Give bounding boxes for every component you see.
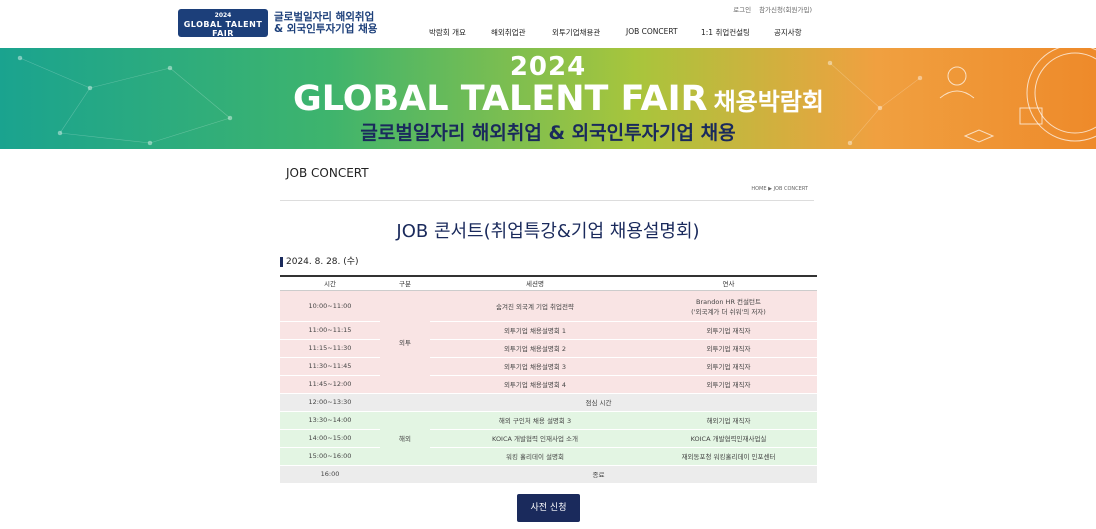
logo-year: 2024 xyxy=(214,12,232,19)
cell-time: 11:45~12:00 xyxy=(280,375,380,394)
table-row: 13:30~14:00 해외 해외 구인처 채용 설명회 3 해외기업 재직자 xyxy=(280,411,817,466)
breadcrumb: HOME ▶ JOB CONCERT xyxy=(751,186,808,192)
site-header: 2024 GLOBAL TALENT FAIR 채용박람회 글로벌일자리 해외취… xyxy=(0,0,1096,48)
schedule-table: 시간 구분 세션명 연사 10:00~11:00 외투 숨겨진 외국계 기업 취… xyxy=(280,275,817,484)
col-header-category: 구분 xyxy=(380,275,430,291)
logo-name: GLOBAL TALENT FAIR xyxy=(183,20,263,38)
logo-text-line1: 글로벌일자리 해외취업 xyxy=(274,11,375,23)
table-row: 11:15~11:30 외투기업 채용설명회 2 외투기업 재직자 xyxy=(280,339,817,358)
cell-session: KOICA 개발협력 인재사업 소개 xyxy=(430,429,640,448)
speaker-line2: ('외국계가 더 쉬워'의 저자) xyxy=(691,307,766,316)
cell-session: 해외 구인처 채용 설명회 3 xyxy=(430,411,640,430)
nav-item-notice[interactable]: 공지사항 xyxy=(774,27,802,38)
event-date: 2024. 8. 28. (수) xyxy=(280,257,359,267)
cell-merged: 점심 시간 xyxy=(380,393,817,412)
cell-time: 11:15~11:30 xyxy=(280,339,380,358)
cell-time: 16:00 xyxy=(280,465,380,484)
banner-title-suffix: 채용박람회 xyxy=(713,88,824,116)
main-nav: 박람회 개요 해외취업관 외투기업채용관 JOB CONCERT 1:1 취업컨… xyxy=(429,27,802,38)
section-heading: JOB 콘서트(취업특강&기업 채용설명회) xyxy=(396,221,700,242)
table-row: 15:00~16:00 워킹 홀리데이 설명회 재외동포청 워킹홀리데이 인포센… xyxy=(280,447,817,466)
cell-speaker: Brandon HR 컨설턴트 ('외국계가 더 쉬워'의 저자) xyxy=(640,290,817,322)
cell-time: 15:00~16:00 xyxy=(280,447,380,466)
table-row: 11:00~11:15 외투기업 채용설명회 1 외투기업 재직자 xyxy=(280,321,817,340)
breadcrumb-home[interactable]: HOME xyxy=(751,186,766,192)
pre-register-button[interactable]: 사전 신청 xyxy=(517,494,580,522)
cell-session: 숨겨진 외국계 기업 취업전략 xyxy=(430,290,640,322)
page-title: JOB CONCERT xyxy=(286,166,369,180)
table-row: 11:45~12:00 외투기업 채용설명회 4 외투기업 재직자 xyxy=(280,375,817,394)
cell-time: 11:30~11:45 xyxy=(280,357,380,376)
nav-item-overseas-jobs[interactable]: 해외취업관 xyxy=(491,27,552,38)
table-row: 14:00~15:00 KOICA 개발협력 인재사업 소개 KOICA 개발협… xyxy=(280,429,817,448)
breadcrumb-current: JOB CONCERT xyxy=(773,186,808,192)
cell-speaker: 외투기업 재직자 xyxy=(640,339,817,358)
cell-session: 외투기업 채용설명회 4 xyxy=(430,375,640,394)
speaker-line1: Brandon HR 컨설턴트 xyxy=(696,297,761,306)
col-header-session: 세션명 xyxy=(430,275,640,291)
signup-link[interactable]: 참가신청(회원가입) xyxy=(759,4,812,14)
col-header-speaker: 연사 xyxy=(640,275,817,291)
cell-time: 12:00~13:30 xyxy=(280,393,380,412)
top-links: 로그인 참가신청(회원가입) xyxy=(733,4,812,14)
table-row: 10:00~11:00 외투 숨겨진 외국계 기업 취업전략 Brandon H… xyxy=(280,290,817,394)
nav-item-fair-overview[interactable]: 박람회 개요 xyxy=(429,27,491,38)
cell-session: 외투기업 채용설명회 2 xyxy=(430,339,640,358)
table-header-row: 시간 구분 세션명 연사 xyxy=(280,275,817,291)
nav-item-job-concert[interactable]: JOB CONCERT xyxy=(626,27,701,38)
cell-speaker: 외투기업 재직자 xyxy=(640,321,817,340)
login-link[interactable]: 로그인 xyxy=(733,4,751,14)
cell-time: 10:00~11:00 xyxy=(280,290,380,322)
banner-year: 2024 xyxy=(509,52,587,82)
cell-speaker: 해외기업 재직자 xyxy=(640,411,817,430)
cell-speaker: KOICA 개발협력인재사업실 xyxy=(640,429,817,448)
cell-session: 워킹 홀리데이 설명회 xyxy=(430,447,640,466)
site-logo[interactable]: 2024 GLOBAL TALENT FAIR 채용박람회 xyxy=(178,9,268,43)
logo-text-line2: & 외국인투자기업 채용 xyxy=(274,23,378,35)
nav-item-foreign-invest[interactable]: 외투기업채용관 xyxy=(552,27,626,38)
logo-text[interactable]: 글로벌일자리 해외취업 & 외국인투자기업 채용 xyxy=(274,11,377,35)
cell-category: 해외 xyxy=(380,411,430,466)
cell-category: 외투 xyxy=(380,290,430,394)
logo-sub: 채용박람회 xyxy=(213,38,233,43)
cell-speaker: 외투기업 재직자 xyxy=(640,375,817,394)
banner-title-main: GLOBAL TALENT FAIR xyxy=(293,79,708,119)
cell-time: 11:00~11:15 xyxy=(280,321,380,340)
banner-subtitle: 글로벌일자리 해외취업 & 외국인투자기업 채용 xyxy=(360,122,736,144)
cell-speaker: 외투기업 재직자 xyxy=(640,357,817,376)
table-row: 11:30~11:45 외투기업 채용설명회 3 외투기업 재직자 xyxy=(280,357,817,376)
hero-banner: 2024 GLOBAL TALENT FAIR 채용박람회 글로벌일자리 해외취업… xyxy=(0,48,1096,149)
cell-speaker: 재외동포청 워킹홀리데이 인포센터 xyxy=(640,447,817,466)
cell-session: 외투기업 채용설명회 3 xyxy=(430,357,640,376)
col-header-time: 시간 xyxy=(280,275,380,291)
table-row: 12:00~13:30 점심 시간 xyxy=(280,393,817,412)
cell-session: 외투기업 채용설명회 1 xyxy=(430,321,640,340)
cell-merged: 종료 xyxy=(380,465,817,484)
nav-item-consulting[interactable]: 1:1 취업컨설팅 xyxy=(701,27,774,38)
banner-title: GLOBAL TALENT FAIR 채용박람회 xyxy=(293,79,824,119)
page-header: JOB CONCERT HOME ▶ JOB CONCERT xyxy=(280,149,814,201)
breadcrumb-separator-icon: ▶ xyxy=(768,186,772,192)
cell-time: 14:00~15:00 xyxy=(280,429,380,448)
cell-time: 13:30~14:00 xyxy=(280,411,380,430)
table-row: 16:00 종료 xyxy=(280,465,817,484)
